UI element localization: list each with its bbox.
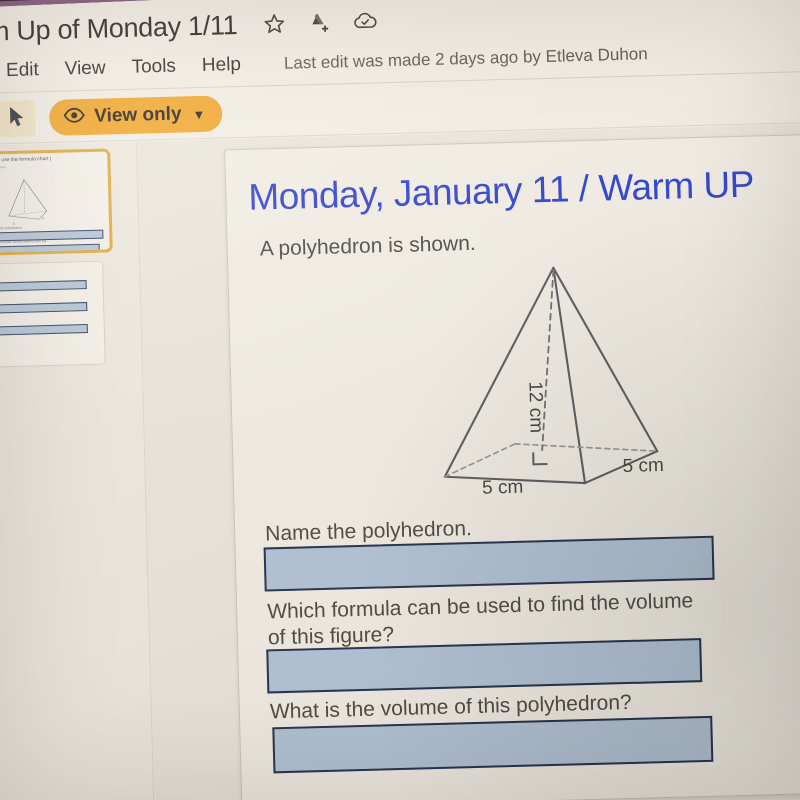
square-pyramid-drawing — [443, 266, 659, 485]
last-edit-status[interactable]: Last edit was made 2 days ago by Etleva … — [284, 44, 648, 74]
pyramid-base-front-label: 5 cm — [481, 476, 524, 499]
select-cursor-button[interactable] — [0, 100, 36, 138]
star-icon[interactable] — [263, 11, 287, 40]
thumbnail-fig-label: 5 — [41, 216, 44, 221]
pyramid-height-label: 12 cm — [524, 381, 547, 434]
screenshot-root: m Up of Monday 1/11 Edit View Tools Help… — [0, 0, 800, 800]
eye-icon — [63, 107, 86, 129]
current-slide[interactable]: Monday, January 11 / Warm UP A polyhedro… — [224, 131, 800, 800]
thumbnail-answer-box — [0, 280, 87, 292]
view-only-label: View only — [93, 103, 182, 127]
menu-item-edit[interactable]: Edit — [6, 59, 39, 82]
slide-canvas: Monday, January 11 / Warm UP A polyhedro… — [136, 122, 800, 800]
title-icon-group — [263, 9, 379, 40]
thumbnail-answer-box — [0, 302, 88, 314]
question-3-answer-box[interactable] — [272, 715, 714, 774]
google-slides-app: m Up of Monday 1/11 Edit View Tools Help… — [0, 0, 800, 800]
slide-filmstrip: m UP ( Make sure you use the formula cha… — [0, 141, 154, 800]
cursor-arrow-icon — [8, 105, 27, 132]
slide-title: Monday, January 11 / Warm UP — [247, 163, 755, 218]
thumbnail-answer-box — [0, 324, 88, 336]
cloud-saved-icon[interactable] — [352, 10, 379, 36]
chevron-down-icon[interactable]: ▼ — [192, 106, 205, 121]
pyramid-base-right-label: 5 cm — [622, 455, 665, 478]
square-pyramid-figure: 12 cm 5 cm 5 cm — [424, 254, 720, 512]
filmstrip-slide-2[interactable] — [0, 260, 106, 369]
menu-item-help[interactable]: Help — [202, 54, 242, 77]
thumbnail-answer-box — [0, 243, 100, 255]
filmstrip-slide-1[interactable]: m UP ( Make sure you use the formula cha… — [0, 148, 113, 257]
menu-item-tools[interactable]: Tools — [131, 56, 176, 79]
view-only-button[interactable]: View only ▼ — [48, 95, 223, 136]
slide-intro-text: A polyhedron is shown. — [259, 231, 476, 261]
menu-item-view[interactable]: View — [64, 57, 105, 80]
document-title[interactable]: m Up of Monday 1/11 — [0, 10, 238, 48]
move-to-drive-icon[interactable] — [307, 10, 332, 39]
